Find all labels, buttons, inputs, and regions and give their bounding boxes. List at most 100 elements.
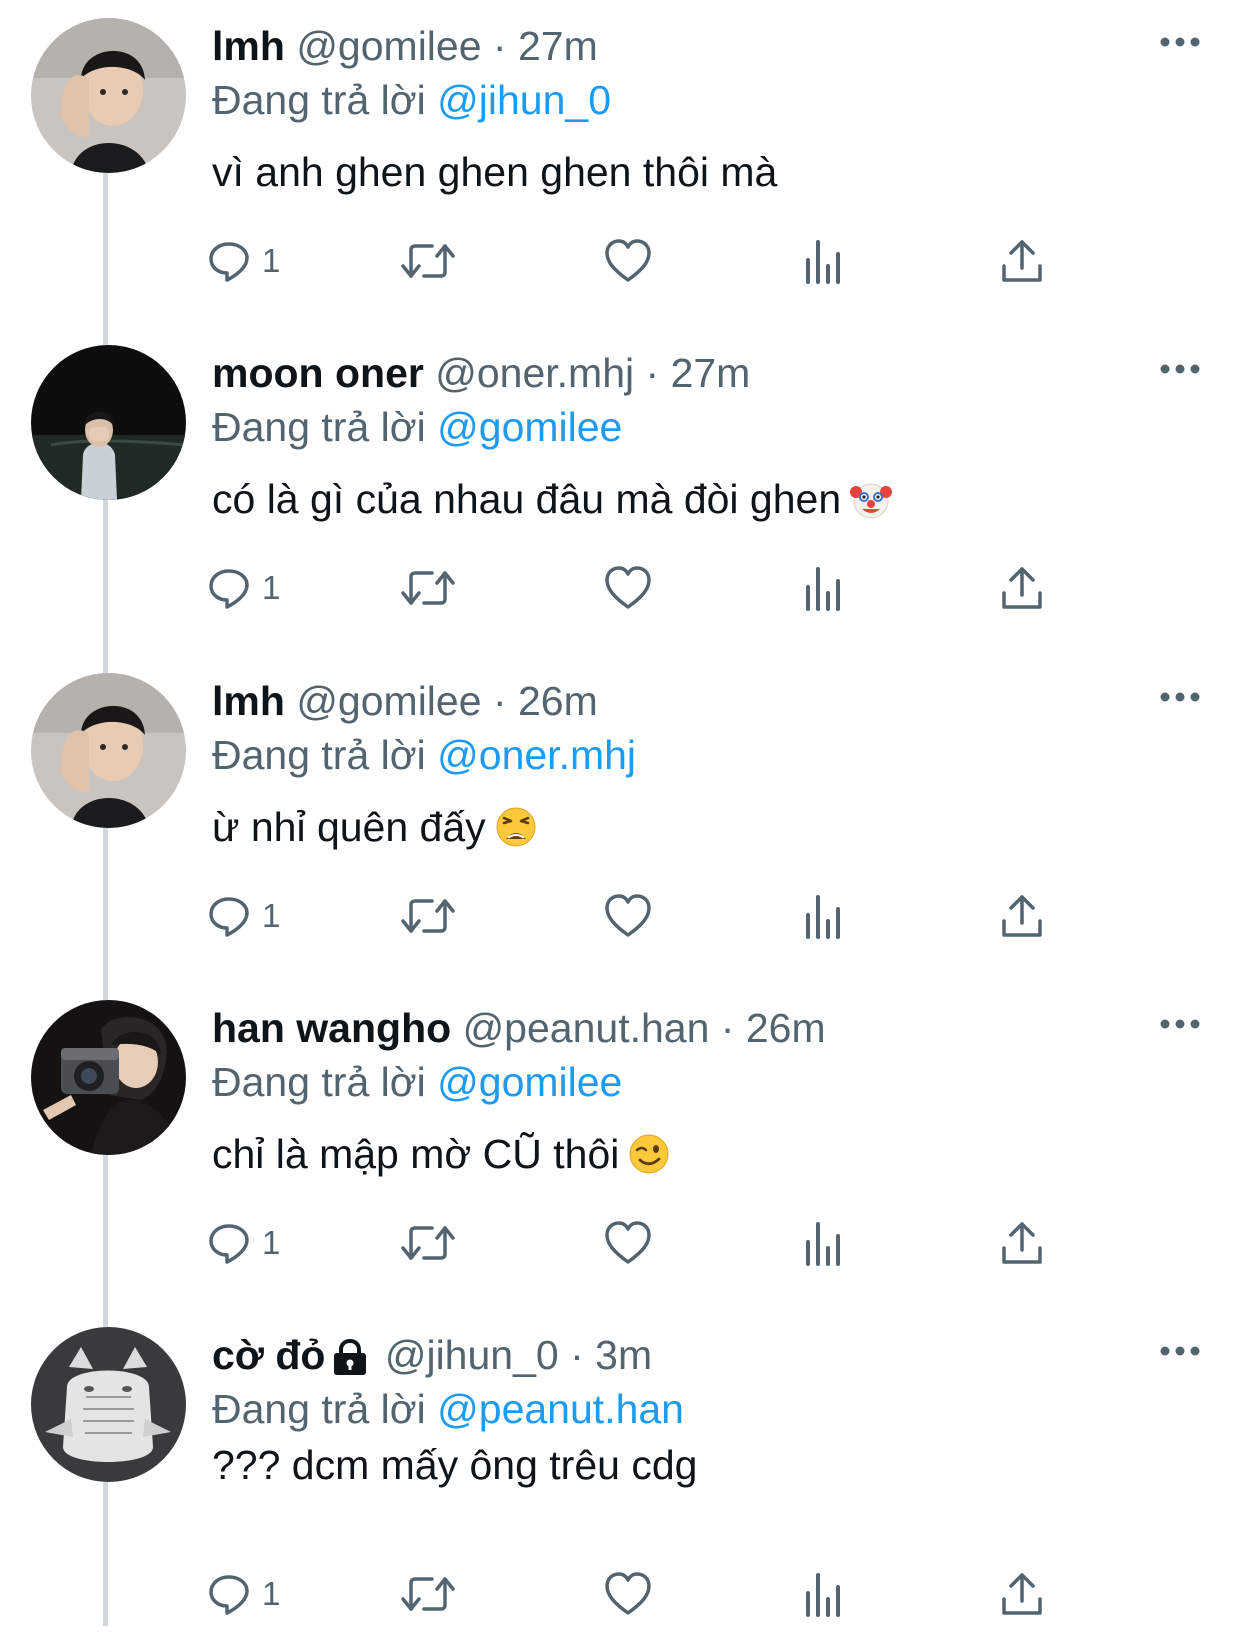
tweet-text-content: chỉ là mập mờ CŨ thôi [212,1131,620,1177]
thread-line [103,982,108,1000]
views-icon [806,240,840,284]
heart-icon [605,894,651,937]
display-name[interactable]: han wangho [212,1005,451,1051]
person-avatar-icon [31,18,186,173]
tweet-text-content: vì anh ghen ghen ghen thôi mà [212,149,778,195]
share-button[interactable] [1000,236,1044,286]
views-button[interactable] [804,563,844,613]
reply-icon [209,1224,249,1264]
reply-button[interactable]: 1 [206,563,280,613]
avatar[interactable] [31,18,186,173]
person-night-avatar-icon [31,345,186,500]
share-icon [1002,895,1042,937]
mention-link[interactable]: @peanut.han [437,1386,684,1432]
like-button[interactable] [604,236,652,286]
share-icon [1002,240,1042,282]
share-button[interactable] [1000,563,1044,613]
mention-link[interactable]: @gomilee [437,404,622,450]
more-options-icon[interactable] [1160,1345,1200,1357]
reply-icon [209,1575,249,1615]
username[interactable]: @gomilee [296,678,481,724]
person-avatar-icon [31,673,186,828]
avatar[interactable] [31,673,186,828]
more-options-icon[interactable] [1160,1018,1200,1030]
views-icon [806,567,840,611]
weary-face-icon [496,807,536,847]
thread-line [103,1309,108,1327]
separator: · [570,1332,584,1378]
display-name[interactable]: cờ đỏ [212,1332,325,1378]
share-button[interactable] [1000,891,1044,941]
views-button[interactable] [804,1218,844,1268]
reply-button[interactable]: 1 [206,1569,280,1619]
retweet-button[interactable] [400,1569,456,1619]
tweet-text: chỉ là mập mờ CŨ thôi [212,1126,671,1182]
more-options-icon[interactable] [1160,363,1200,375]
separator: · [492,23,507,69]
display-name[interactable]: lmh [212,23,285,69]
views-button[interactable] [804,236,844,286]
reply-count: 1 [262,1224,281,1261]
replying-label: Đang trả lời [212,404,426,450]
share-button[interactable] [1000,1569,1044,1619]
tweet-text-content: ??? dcm mấy ông trêu cdg [212,1442,698,1488]
username[interactable]: @oner.mhj [435,350,634,396]
tweet[interactable]: cờ đỏ @jihun_0 · 3m Đang trả lời @peanut… [0,1309,1242,1649]
timestamp[interactable]: 27m [671,350,751,396]
mention-link[interactable]: @jihun_0 [437,77,611,123]
tweet-text: ??? dcm mấy ông trêu cdg [212,1437,697,1493]
tweet[interactable]: lmh @gomilee · 26m Đang trả lời @oner.mh… [0,655,1242,995]
reply-count: 1 [262,242,281,279]
tweet[interactable]: lmh @gomilee · 27m Đang trả lời @jihun_0… [0,0,1242,340]
username[interactable]: @peanut.han [463,1005,710,1051]
username[interactable]: @gomilee [296,23,481,69]
replying-to: Đang trả lời @peanut.han [212,1381,684,1437]
reply-button[interactable]: 1 [206,891,280,941]
tweet-header: lmh @gomilee · 26m [212,673,598,729]
retweet-icon [401,1226,455,1260]
views-button[interactable] [804,891,844,941]
like-button[interactable] [604,1218,652,1268]
retweet-button[interactable] [400,563,456,613]
reply-count: 1 [262,897,281,934]
avatar[interactable] [31,345,186,500]
timestamp[interactable]: 26m [746,1005,826,1051]
thread-line [103,500,108,667]
share-icon [1002,567,1042,609]
tweet[interactable]: han wangho @peanut.han · 26m Đang trả lờ… [0,982,1242,1322]
tweet-actions: 1 [209,1569,1112,1619]
mention-link[interactable]: @oner.mhj [437,732,636,778]
replying-to: Đang trả lời @jihun_0 [212,72,611,128]
views-button[interactable] [804,1569,844,1619]
display-name[interactable]: lmh [212,678,285,724]
display-name[interactable]: moon oner [212,350,424,396]
retweet-button[interactable] [400,236,456,286]
retweet-button[interactable] [400,1218,456,1268]
like-button[interactable] [604,891,652,941]
tweet[interactable]: moon oner @oner.mhj · 27m Đang trả lời @… [0,327,1242,667]
avatar[interactable] [31,1000,186,1155]
like-button[interactable] [604,563,652,613]
timestamp[interactable]: 26m [518,678,598,724]
tweet-actions: 1 [209,891,1112,941]
share-button[interactable] [1000,1218,1044,1268]
reply-button[interactable]: 1 [206,236,280,286]
timestamp[interactable]: 3m [595,1332,652,1378]
reply-button[interactable]: 1 [206,1218,280,1268]
heart-icon [605,239,651,282]
reply-count: 1 [262,1575,281,1612]
more-options-icon[interactable] [1160,36,1200,48]
mention-link[interactable]: @gomilee [437,1059,622,1105]
thread-line [103,173,108,340]
reply-icon [209,242,249,282]
tweet-text: ừ nhỉ quên đấy [212,799,538,855]
avatar[interactable] [31,1327,186,1482]
more-options-icon[interactable] [1160,691,1200,703]
retweet-button[interactable] [400,891,456,941]
retweet-icon [401,244,455,278]
views-icon [806,1573,840,1617]
like-button[interactable] [604,1569,652,1619]
timestamp[interactable]: 27m [518,23,598,69]
tweet-text: vì anh ghen ghen ghen thôi mà [212,144,777,200]
username[interactable]: @jihun_0 [385,1332,559,1378]
